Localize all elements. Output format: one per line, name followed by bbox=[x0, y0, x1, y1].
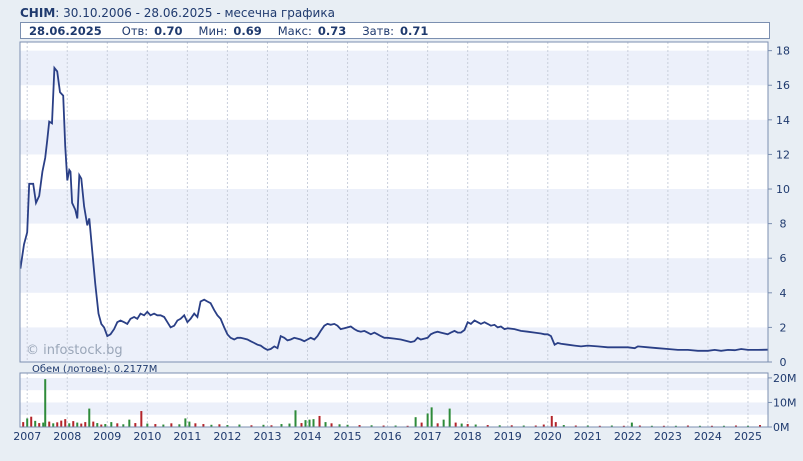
x-tick-label: 2017 bbox=[414, 430, 442, 443]
volume-bar bbox=[116, 423, 119, 427]
watermark: © infostock.bg bbox=[26, 343, 123, 358]
volume-bar bbox=[60, 420, 63, 427]
volume-bar bbox=[430, 407, 433, 427]
volume-bar bbox=[92, 421, 95, 427]
volume-bar bbox=[22, 422, 25, 427]
x-tick-label: 2019 bbox=[494, 430, 522, 443]
volume-bar bbox=[454, 422, 457, 427]
price-band bbox=[20, 189, 768, 224]
y-tick-label: 16 bbox=[776, 79, 790, 92]
y-axis-ticks: 0 2 4 6 8 10 12 14 16 18 bbox=[768, 45, 790, 369]
x-tick-label: 2021 bbox=[574, 430, 602, 443]
volume-bar bbox=[64, 419, 67, 427]
volume-bar bbox=[84, 422, 87, 427]
y-tick-label: 2 bbox=[780, 321, 787, 334]
volume-bar bbox=[554, 422, 557, 427]
volume-bar bbox=[52, 423, 55, 427]
x-tick-label: 2013 bbox=[253, 430, 281, 443]
y-tick-label: 4 bbox=[780, 287, 787, 300]
y-tick-label: 10 bbox=[776, 183, 790, 196]
volume-axis-ticks: 0M 10M 20M bbox=[768, 372, 797, 434]
x-tick-label: 2023 bbox=[654, 430, 682, 443]
volume-bar bbox=[80, 423, 83, 427]
price-band bbox=[20, 119, 768, 155]
volume-bar bbox=[76, 422, 79, 427]
volume-bar bbox=[140, 411, 143, 427]
volume-bar bbox=[194, 423, 197, 427]
volume-bar bbox=[188, 421, 191, 427]
volume-bar bbox=[420, 422, 423, 427]
volume-bar bbox=[72, 421, 75, 427]
x-tick-label: 2025 bbox=[734, 430, 762, 443]
x-tick-label: 2010 bbox=[133, 430, 161, 443]
volume-bar bbox=[312, 419, 315, 427]
volume-tick-label: 10M bbox=[773, 396, 797, 409]
volume-bar bbox=[184, 418, 187, 427]
volume-bar bbox=[460, 423, 463, 427]
x-axis-ticks: 2007 2008 2009 2010 2011 2012 2013 2014 2015 2016… bbox=[13, 430, 762, 443]
volume-bar bbox=[436, 423, 439, 427]
volume-bar bbox=[324, 422, 327, 427]
x-tick-label: 2024 bbox=[694, 430, 722, 443]
volume-bar bbox=[294, 410, 297, 427]
x-tick-label: 2018 bbox=[454, 430, 482, 443]
x-tick-label: 2014 bbox=[294, 430, 322, 443]
x-tick-label: 2009 bbox=[93, 430, 121, 443]
volume-bar bbox=[88, 408, 91, 427]
price-band bbox=[20, 50, 768, 86]
volume-bar bbox=[426, 413, 429, 427]
volume-bar bbox=[96, 423, 99, 427]
y-tick-label: 18 bbox=[776, 45, 790, 58]
volume-band bbox=[20, 377, 768, 391]
y-tick-label: 8 bbox=[780, 218, 787, 231]
volume-bar bbox=[330, 423, 333, 427]
y-tick-label: 14 bbox=[776, 114, 790, 127]
volume-bar bbox=[414, 417, 417, 427]
volume-bar bbox=[68, 423, 71, 427]
x-tick-label: 2011 bbox=[173, 430, 201, 443]
volume-bar bbox=[56, 422, 59, 427]
volume-bar bbox=[300, 423, 303, 427]
volume-bar bbox=[26, 418, 29, 427]
volume-bar bbox=[442, 419, 445, 427]
volume-bar bbox=[34, 420, 37, 427]
volume-bar bbox=[44, 379, 47, 427]
price-band bbox=[20, 258, 768, 293]
volume-bar bbox=[448, 408, 451, 427]
x-tick-label: 2015 bbox=[334, 430, 362, 443]
volume-label: Обем (лотове): 0.2177M bbox=[32, 364, 157, 375]
volume-bar bbox=[550, 415, 553, 427]
volume-bar bbox=[110, 422, 113, 427]
x-tick-label: 2012 bbox=[213, 430, 241, 443]
volume-bar bbox=[170, 423, 173, 427]
volume-bands bbox=[20, 373, 768, 427]
volume-bar bbox=[48, 421, 51, 427]
x-tick-label: 2007 bbox=[13, 430, 41, 443]
volume-bar bbox=[134, 423, 137, 427]
volume-bar bbox=[318, 415, 321, 427]
volume-bar bbox=[308, 419, 311, 427]
x-tick-label: 2020 bbox=[534, 430, 562, 443]
x-tick-label: 2016 bbox=[374, 430, 402, 443]
volume-bar bbox=[146, 423, 149, 427]
volume-bar bbox=[128, 419, 131, 427]
volume-bar bbox=[630, 422, 633, 427]
price-band bbox=[20, 327, 768, 362]
volume-bar bbox=[304, 420, 307, 427]
y-tick-label: 6 bbox=[780, 252, 787, 265]
volume-tick-label: 0M bbox=[773, 421, 790, 434]
y-tick-label: 12 bbox=[776, 148, 790, 161]
volume-band bbox=[20, 402, 768, 415]
volume-bar bbox=[38, 423, 41, 427]
volume-bar bbox=[30, 416, 33, 427]
volume-bar bbox=[42, 422, 45, 427]
y-tick-label: 0 bbox=[780, 356, 787, 369]
price-bands bbox=[20, 42, 768, 362]
x-tick-label: 2008 bbox=[53, 430, 81, 443]
volume-bar bbox=[288, 423, 291, 427]
x-tick-label: 2022 bbox=[614, 430, 642, 443]
price-chart: 0 2 4 6 8 10 12 14 16 18 0M 10M 20M 2007 2008 2009 201… bbox=[13, 41, 797, 443]
volume-tick-label: 20M bbox=[773, 372, 797, 385]
